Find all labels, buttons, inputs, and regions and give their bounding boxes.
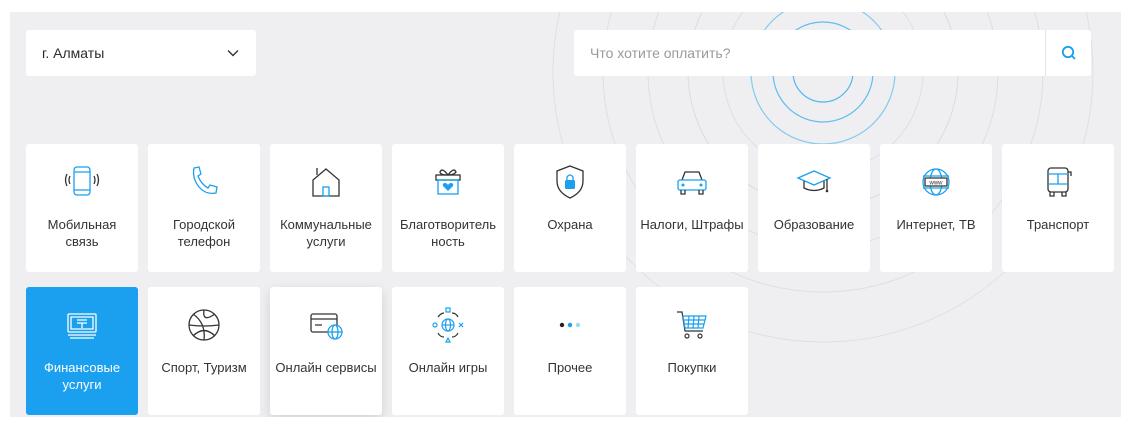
category-label: Финансовые услуги (43, 360, 121, 392)
category-mobile[interactable]: Мобильная связь (26, 144, 138, 272)
category-education[interactable]: Образование (758, 144, 870, 272)
category-financial[interactable]: Финансовые услуги (26, 287, 138, 415)
dots-icon (550, 305, 590, 345)
category-online-games[interactable]: Онлайн игры (392, 287, 504, 415)
category-label: Онлайн сервисы (275, 360, 377, 375)
category-label: Охрана (547, 217, 593, 232)
category-label: Покупки (667, 360, 717, 375)
category-label: Транспорт (1026, 217, 1090, 232)
category-label: Налоги, Штрафы (640, 217, 744, 232)
category-security[interactable]: Охрана (514, 144, 626, 272)
category-sport[interactable]: Спорт, Туризм (148, 287, 260, 415)
search-icon (1061, 45, 1077, 61)
search-button[interactable] (1045, 30, 1091, 76)
bus-icon (1038, 162, 1078, 202)
ball-icon (184, 305, 224, 345)
handset-icon (184, 162, 224, 202)
payments-panel: г. Алматы Мобильная связь Городской те (10, 12, 1121, 417)
category-label: Городской телефон (173, 217, 235, 249)
city-select[interactable]: г. Алматы (26, 30, 256, 76)
category-landline[interactable]: Городской телефон (148, 144, 260, 272)
category-label: Образование (773, 217, 855, 232)
city-label: г. Алматы (42, 45, 105, 61)
category-internet-tv[interactable]: www Интернет, ТВ (880, 144, 992, 272)
card-globe-icon (306, 305, 346, 345)
category-label: Спорт, Туризм (161, 360, 247, 375)
category-label: Прочее (547, 360, 593, 375)
category-utilities[interactable]: Коммунальные услуги (270, 144, 382, 272)
category-label: Мобильная связь (47, 217, 117, 249)
category-other[interactable]: Прочее (514, 287, 626, 415)
house-icon (306, 162, 346, 202)
category-label: Благотворитель ность (399, 217, 496, 249)
chevron-down-icon (226, 46, 240, 60)
search-input[interactable] (574, 31, 1045, 75)
category-charity[interactable]: Благотворитель ность (392, 144, 504, 272)
category-label: Интернет, ТВ (896, 217, 976, 232)
category-label: Онлайн игры (408, 360, 488, 375)
category-online-services[interactable]: Онлайн сервисы (270, 287, 382, 415)
globe-controls-icon (428, 305, 468, 345)
svg-text:www: www (929, 181, 944, 187)
category-label: Коммунальные услуги (280, 217, 372, 249)
search-box (574, 30, 1091, 76)
category-shopping[interactable]: Покупки (636, 287, 748, 415)
car-icon (672, 162, 712, 202)
tenge-banknote-icon (62, 305, 102, 345)
mobile-phone-icon (62, 162, 102, 202)
globe-www-icon: www (916, 162, 956, 202)
shield-lock-icon (550, 162, 590, 202)
graduation-cap-icon (794, 162, 834, 202)
category-taxes[interactable]: Налоги, Штрафы (636, 144, 748, 272)
category-transport[interactable]: Транспорт (1002, 144, 1114, 272)
gift-heart-icon (428, 162, 468, 202)
cart-icon (672, 305, 712, 345)
